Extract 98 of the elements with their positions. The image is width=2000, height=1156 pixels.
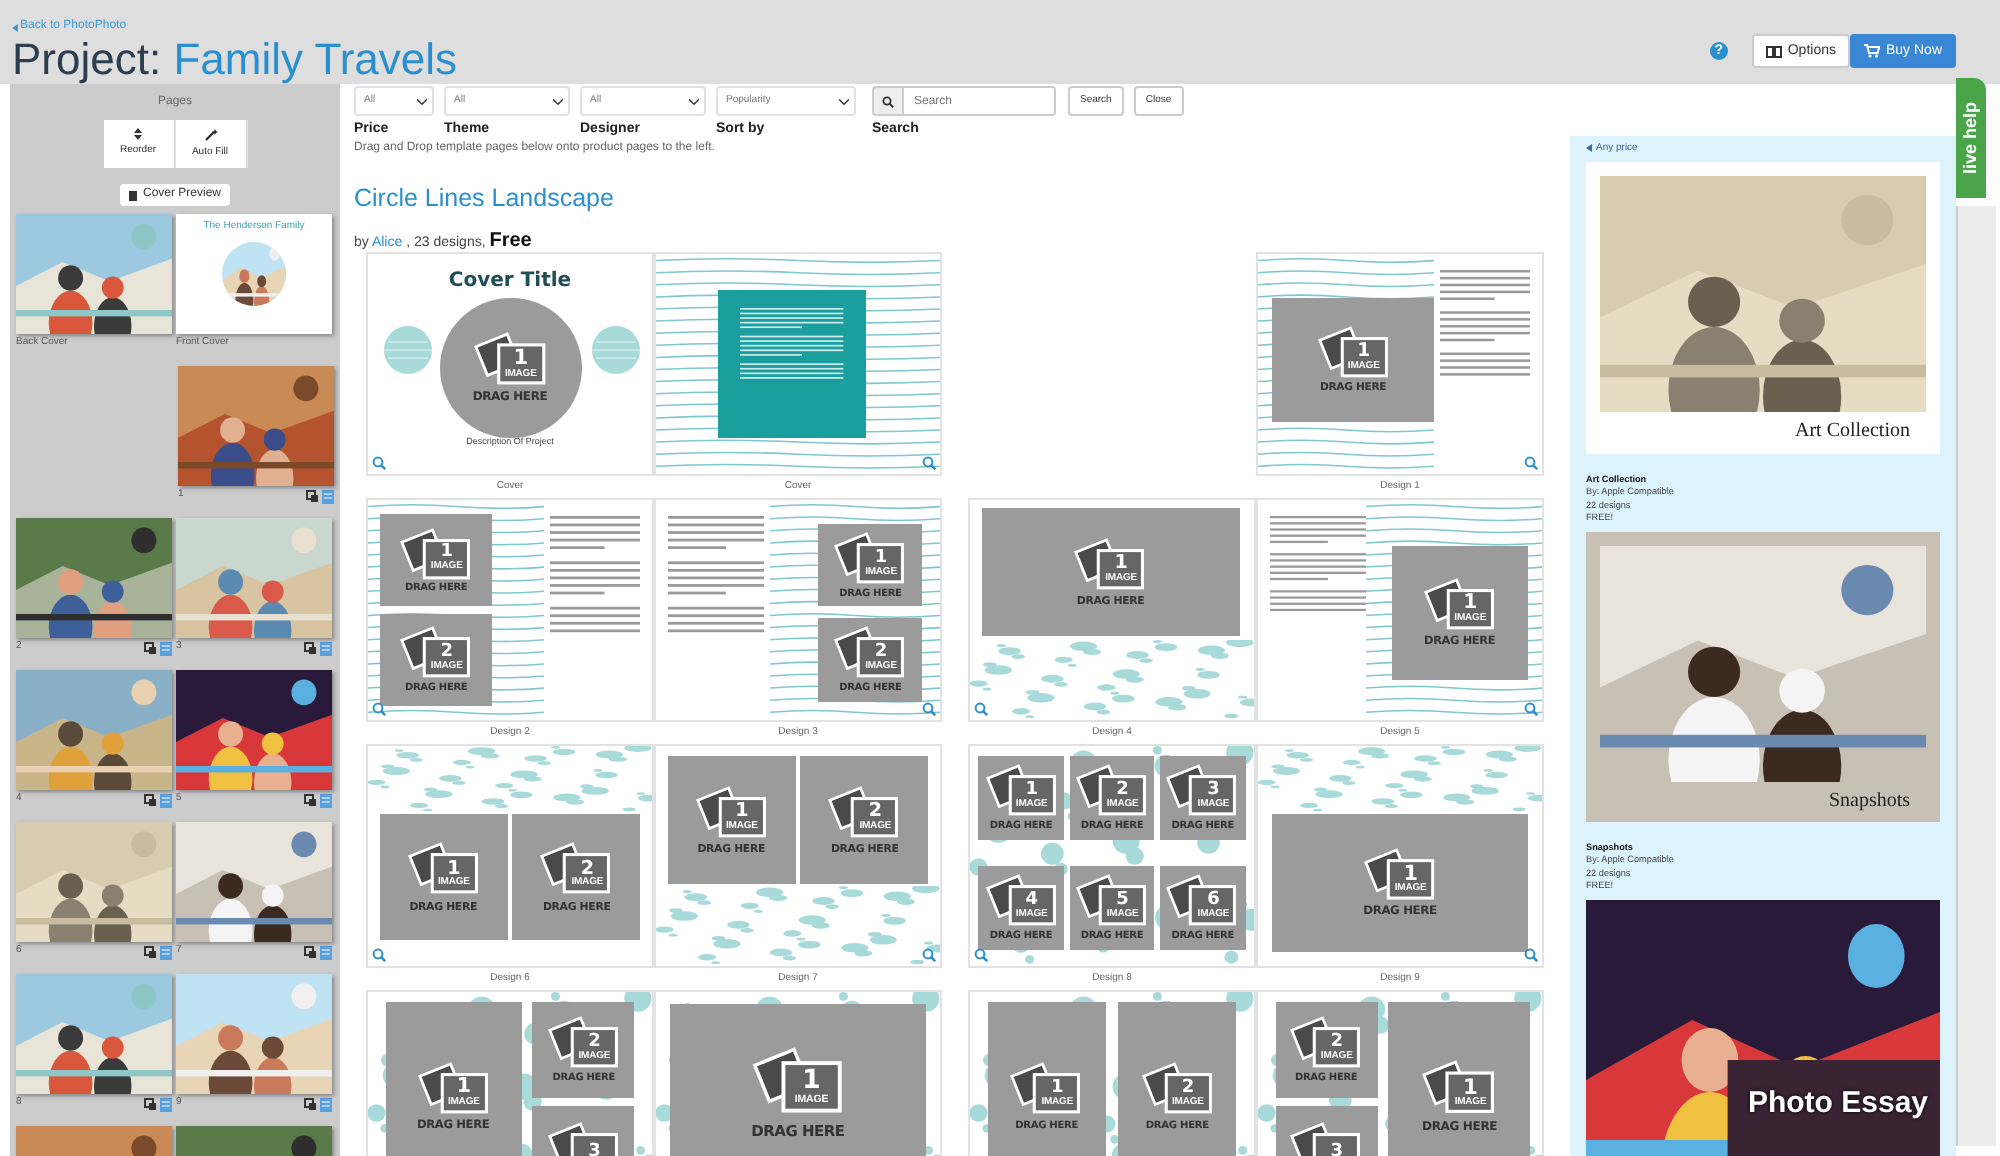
photo-stack-icon xyxy=(1361,843,1439,902)
placeholder-number: 1 xyxy=(874,549,888,567)
zoom-icon[interactable] xyxy=(372,947,386,961)
swap-icon[interactable] xyxy=(144,1097,156,1109)
photo-stack-icon xyxy=(1421,573,1498,632)
swap-icon[interactable] xyxy=(144,945,156,957)
placeholder-number: 6 xyxy=(1207,891,1220,910)
caret-icon xyxy=(1586,143,1592,152)
swap-icon[interactable] xyxy=(304,793,316,805)
swap-icon[interactable] xyxy=(304,641,316,653)
photo-stack-icon xyxy=(405,838,482,897)
placeholder-number: 2 xyxy=(1330,1034,1343,1053)
placeholder-number: 1 xyxy=(735,802,749,822)
photo-stack-icon xyxy=(1164,760,1241,819)
photo-stack-icon xyxy=(545,1012,622,1071)
live-help-tab[interactable]: live help xyxy=(1956,78,1986,198)
photo-stack-icon xyxy=(415,1057,492,1116)
placeholder-number: 1 xyxy=(1114,553,1128,574)
placeholder-number: 2 xyxy=(440,643,453,662)
placeholder-number: 2 xyxy=(588,1034,601,1053)
search-icon xyxy=(882,95,894,107)
swap-icon[interactable] xyxy=(304,1097,316,1109)
zoom-icon[interactable] xyxy=(372,455,386,469)
placeholder-number: 1 xyxy=(1025,781,1038,800)
cart-icon xyxy=(1863,44,1880,58)
photo-stack-icon xyxy=(1164,870,1241,929)
placeholder-number: 1 xyxy=(1403,863,1418,885)
placeholder-number: 2 xyxy=(874,643,888,662)
photo-stack-icon xyxy=(471,327,549,387)
placeholder-number: 2 xyxy=(868,802,882,822)
photo-stack-icon xyxy=(538,838,615,897)
placeholder-number: 1 xyxy=(1463,1077,1478,1099)
zoom-icon[interactable] xyxy=(922,455,936,469)
placeholder-number: 1 xyxy=(440,544,453,563)
photo-stack-icon xyxy=(1139,1058,1216,1117)
book-icon xyxy=(128,189,139,201)
placeholder-number: 1 xyxy=(1463,593,1478,614)
project-label: Project: xyxy=(12,34,164,84)
placeholder-number: 1 xyxy=(1051,1080,1064,1099)
photo-stack-icon xyxy=(1073,870,1150,929)
photo-stack-icon xyxy=(1073,760,1150,819)
zoom-icon[interactable] xyxy=(1524,455,1538,469)
placeholder-number: 2 xyxy=(1116,781,1129,800)
zoom-icon[interactable] xyxy=(974,947,988,961)
placeholder-number: 1 xyxy=(1357,342,1371,362)
text-lines-drawing xyxy=(1269,516,1366,616)
placeholder-number: 2 xyxy=(580,859,594,879)
cover-title: Cover Title xyxy=(446,267,574,295)
swap-icon[interactable] xyxy=(304,945,316,957)
zoom-icon[interactable] xyxy=(974,701,988,715)
zoom-icon[interactable] xyxy=(922,701,936,715)
zoom-icon[interactable] xyxy=(1524,947,1538,961)
cover-caption: Art Collection xyxy=(1793,417,1912,445)
photo-stack-icon xyxy=(749,1042,847,1117)
zoom-icon[interactable] xyxy=(922,947,936,961)
placeholder-number: 5 xyxy=(1116,891,1129,910)
photo-stack-icon xyxy=(1008,1058,1085,1117)
cover-caption: Snapshots xyxy=(1826,787,1912,815)
swap-icon[interactable] xyxy=(306,489,318,501)
placeholder-number: 1 xyxy=(447,859,461,879)
placeholder-number: 2 xyxy=(1181,1080,1195,1099)
photo-stack-icon xyxy=(1288,1012,1365,1071)
sort-icon xyxy=(134,128,142,141)
photo-stack-icon xyxy=(693,781,770,840)
striped-circle-drawing xyxy=(384,325,432,373)
layout-icon xyxy=(1765,45,1782,57)
photo-stack-icon xyxy=(1420,1056,1499,1116)
photo-stack-icon xyxy=(1072,533,1149,592)
wand-icon xyxy=(203,127,217,142)
cover-caption: Photo Essay xyxy=(1747,1084,1928,1124)
photo-stack-icon xyxy=(826,781,903,840)
placeholder-number: 3 xyxy=(588,1143,601,1156)
placeholder-number: 3 xyxy=(1330,1143,1343,1156)
photo-stack-icon xyxy=(832,622,909,681)
swap-icon[interactable] xyxy=(144,641,156,653)
cover-card[interactable]: Snapshots xyxy=(1586,531,1940,821)
text-lines-drawing xyxy=(1439,270,1531,381)
text-lines-drawing xyxy=(740,308,844,382)
placeholder-number: 4 xyxy=(1025,891,1038,910)
caret-icon xyxy=(12,23,18,31)
swap-icon[interactable] xyxy=(144,793,156,805)
photo-stack-icon xyxy=(983,760,1060,819)
text-lines-drawing xyxy=(667,516,764,638)
photo-stack-icon xyxy=(398,622,475,681)
placeholder-number: 1 xyxy=(513,347,529,370)
photo-stack-icon xyxy=(398,523,475,582)
photo-stack-icon xyxy=(983,870,1060,929)
striped-circle-drawing xyxy=(592,325,640,373)
placeholder-number: 1 xyxy=(456,1077,471,1098)
collection-title[interactable]: Circle Lines Landscape xyxy=(354,183,1560,213)
text-lines-drawing xyxy=(549,516,641,638)
placeholder-number: 1 xyxy=(802,1068,821,1096)
zoom-icon[interactable] xyxy=(372,701,386,715)
photo-stack-icon xyxy=(1315,321,1392,380)
placeholder-number: 3 xyxy=(1207,781,1220,800)
cover-card[interactable]: Art Collection xyxy=(1586,161,1940,453)
photo-stack-icon xyxy=(832,527,909,586)
zoom-icon[interactable] xyxy=(1524,701,1538,715)
